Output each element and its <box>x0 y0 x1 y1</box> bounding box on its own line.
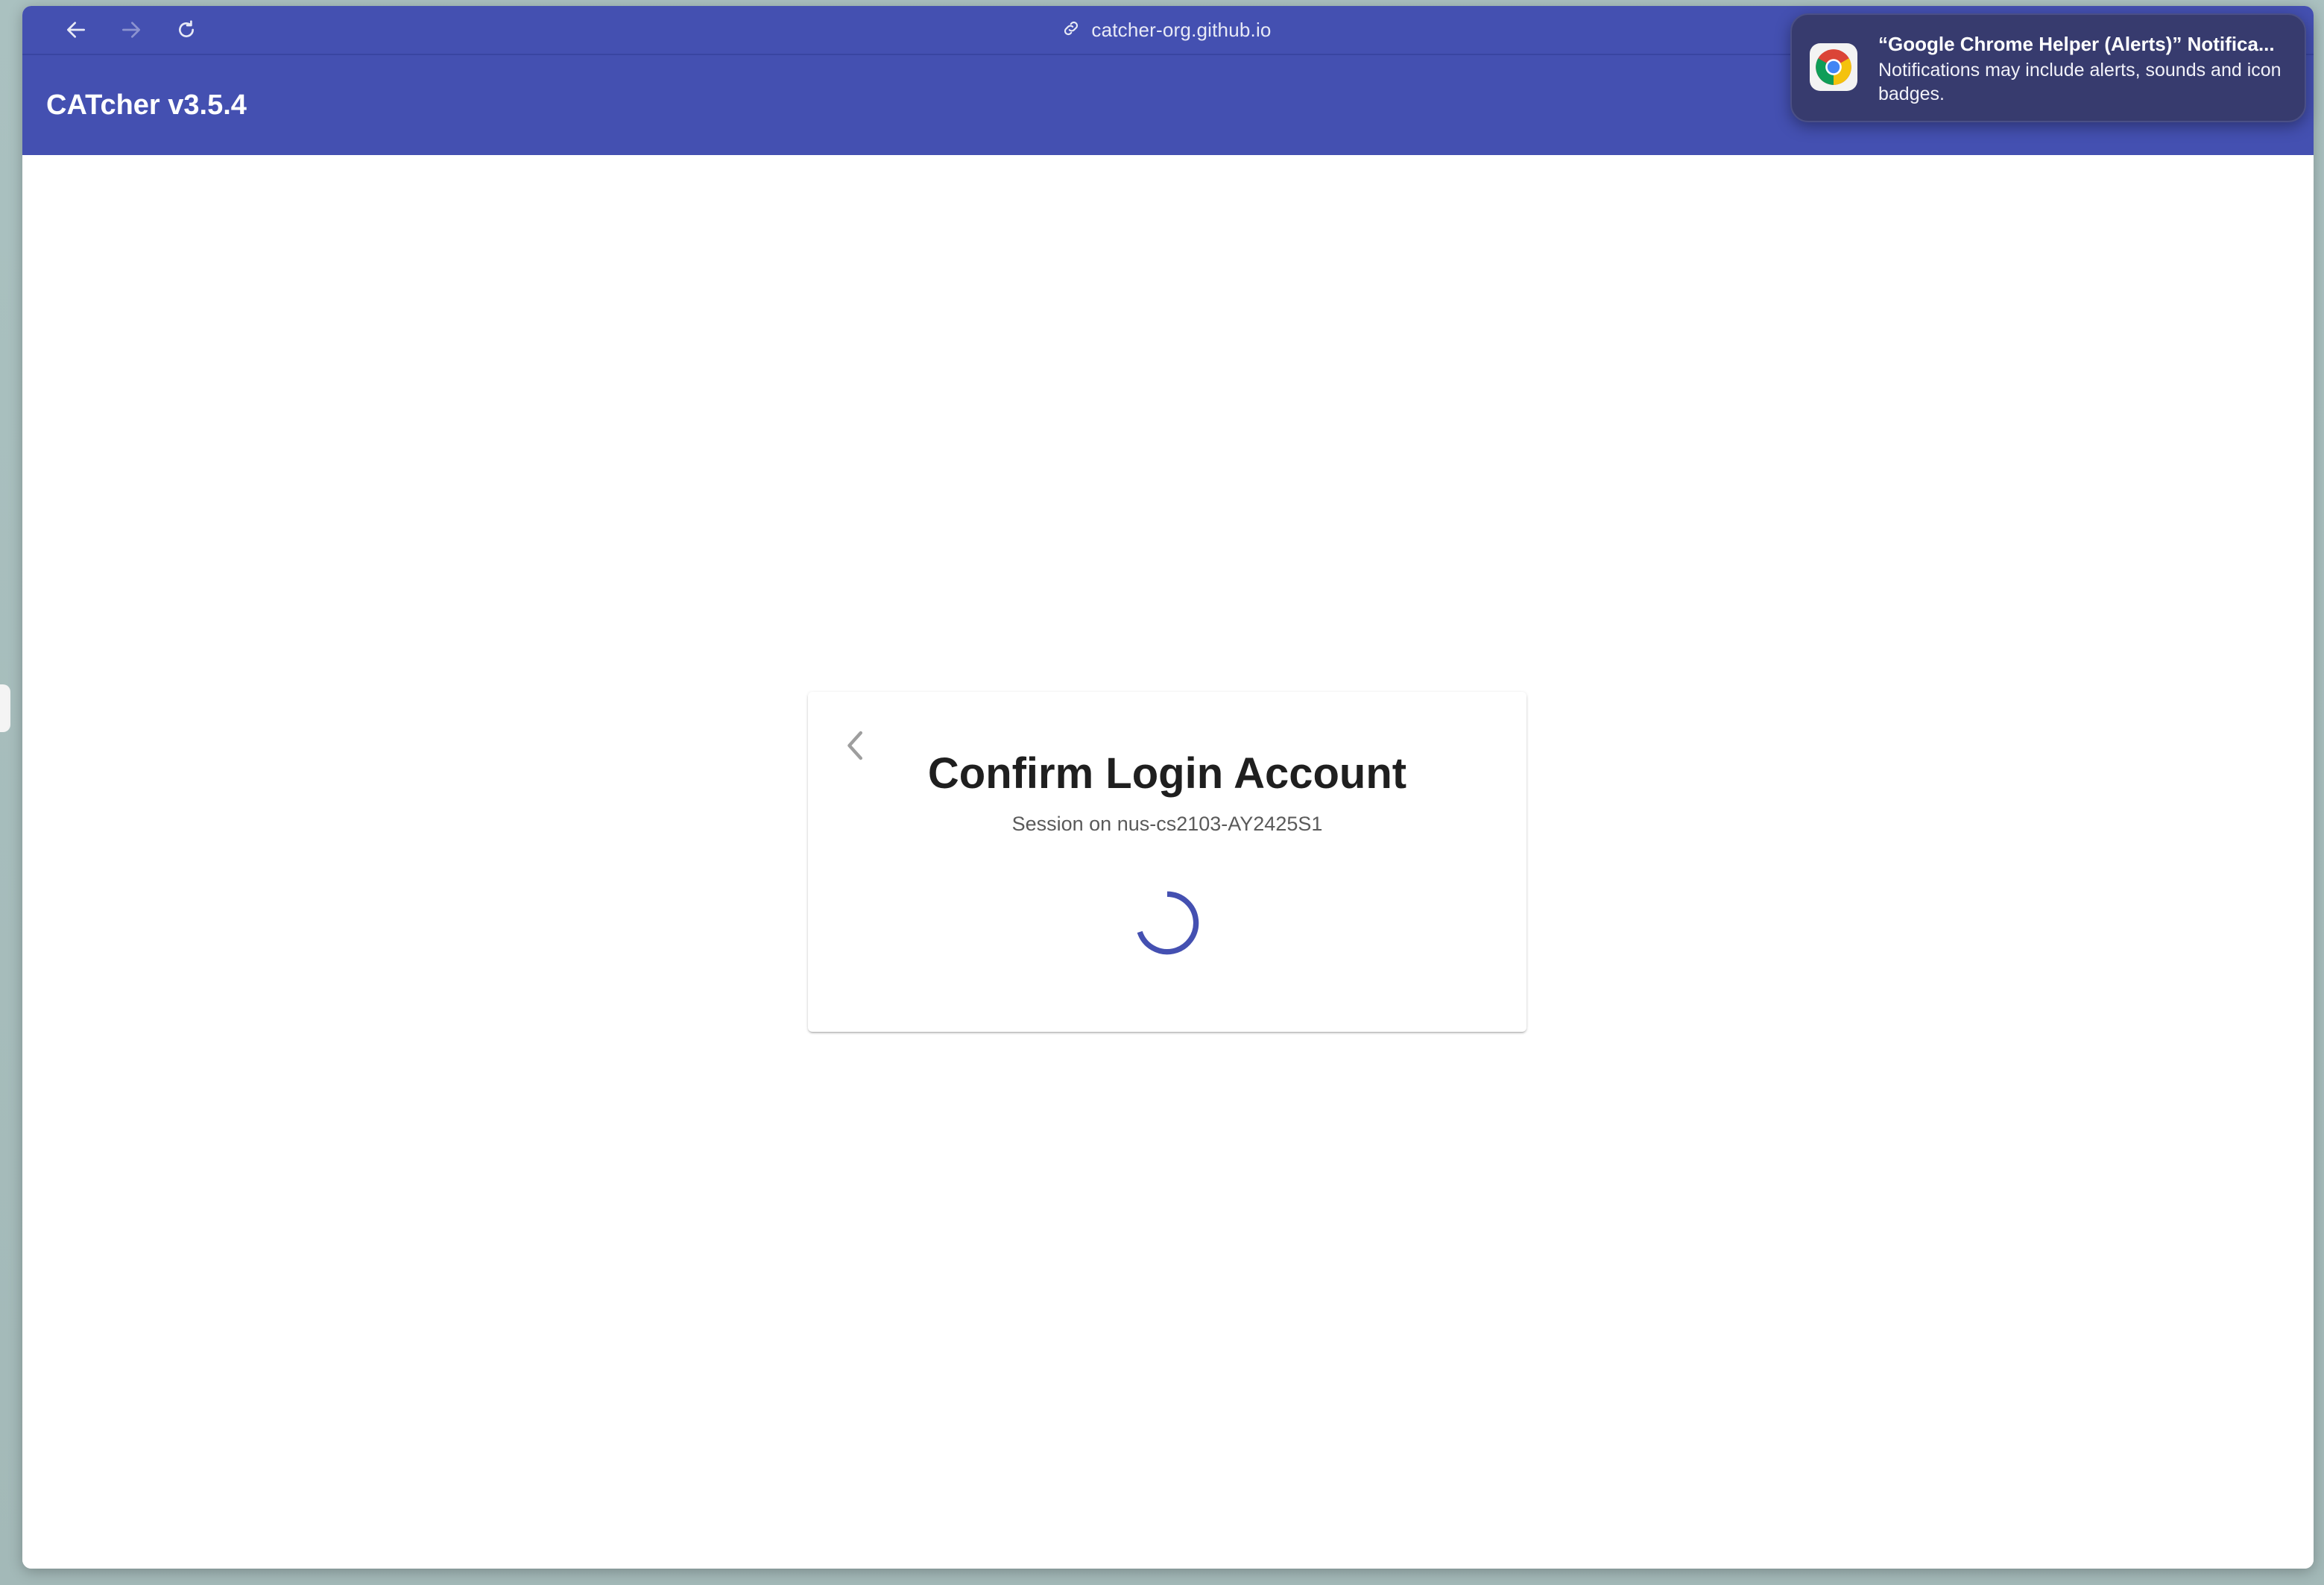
system-notification[interactable]: “Google Chrome Helper (Alerts)” Notifica… <box>1790 13 2306 122</box>
url-text[interactable]: catcher-org.github.io <box>1091 19 1271 42</box>
login-card: Confirm Login Account Session on nus-cs2… <box>808 692 1526 1032</box>
app-title: CATcher v3.5.4 <box>46 89 247 121</box>
link-icon <box>1061 19 1081 42</box>
side-handle[interactable] <box>0 684 10 732</box>
notification-body: Notifications may include alerts, sounds… <box>1878 60 2282 104</box>
chrome-icon <box>1810 43 1857 91</box>
card-title: Confirm Login Account <box>927 749 1407 798</box>
main-content: Confirm Login Account Session on nus-cs2… <box>22 155 2314 1569</box>
notification-title: “Google Chrome Helper (Alerts)” Notifica… <box>1878 33 2275 55</box>
session-subtitle: Session on nus-cs2103-AY2425S1 <box>1011 813 1323 835</box>
browser-window: catcher-org.github.io CATcher v3.5.4 Con… <box>22 6 2314 1569</box>
loading-spinner <box>1133 889 1202 957</box>
